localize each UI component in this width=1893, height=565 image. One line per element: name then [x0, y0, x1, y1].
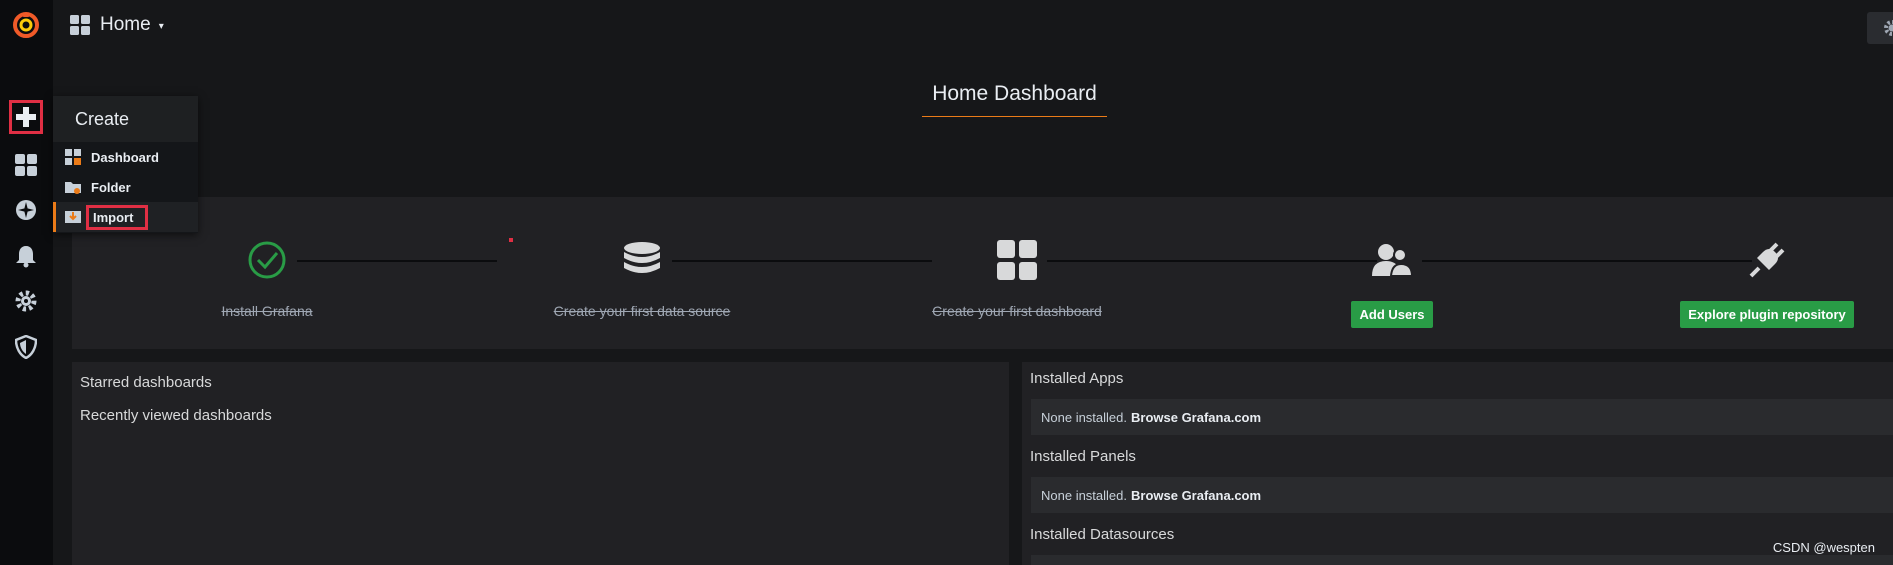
browse-grafana-link[interactable]: Browse Grafana.com	[1131, 410, 1261, 425]
menu-item-label: Import	[85, 204, 149, 230]
create-menu-title: Create	[53, 96, 198, 142]
check-circle-icon	[137, 237, 397, 283]
step-install-grafana: Install Grafana	[137, 237, 397, 319]
browse-grafana-link[interactable]: Browse Grafana.com	[1131, 488, 1261, 503]
gear-icon[interactable]	[7, 282, 45, 320]
grafana-logo[interactable]	[7, 6, 45, 44]
step-create-data-source[interactable]: Create your first data source	[512, 237, 772, 319]
step-explore-plugins: Explore plugin repository	[1637, 237, 1893, 328]
sidebar	[0, 0, 53, 565]
users-icon	[1262, 237, 1522, 283]
dashboard-icon	[65, 149, 81, 165]
menu-item-label: Dashboard	[91, 149, 159, 165]
watermark: CSDN @wespten	[1772, 540, 1875, 555]
dashboard-settings-button[interactable]	[1867, 12, 1893, 44]
getting-started-panel: Install Grafana Create your first data s…	[72, 197, 1893, 349]
step-create-dashboard[interactable]: Create your first dashboard	[887, 237, 1147, 319]
dashboard-title: Home Dashboard	[922, 82, 1107, 117]
installed-datasources-heading: Installed Datasources	[1030, 526, 1175, 543]
explore-plugins-button[interactable]: Explore plugin repository	[1680, 301, 1854, 328]
step-add-users: Add Users	[1262, 237, 1522, 328]
dashboard-list-panel: Starred dashboards Recently viewed dashb…	[72, 362, 1009, 565]
dashboards-icon[interactable]	[7, 146, 45, 184]
step-label: Create your first data source	[553, 303, 731, 319]
starred-dashboards-heading: Starred dashboards	[80, 374, 212, 391]
gear-icon	[1883, 19, 1893, 37]
installed-apps-heading: Installed Apps	[1030, 370, 1124, 387]
menu-item-import[interactable]: Import	[53, 202, 198, 232]
add-users-button[interactable]: Add Users	[1351, 301, 1433, 328]
installed-datasources-empty	[1031, 555, 1893, 565]
folder-icon	[65, 179, 81, 195]
menu-item-folder[interactable]: Folder	[53, 172, 198, 202]
installed-panels-heading: Installed Panels	[1030, 448, 1136, 465]
cursor-marker	[509, 238, 513, 242]
shield-icon[interactable]	[7, 328, 45, 366]
installed-apps-empty: None installed. Browse Grafana.com	[1031, 399, 1893, 435]
dashboard-picker[interactable]: Home ▾	[70, 14, 164, 36]
step-label: Install Grafana	[221, 303, 313, 319]
plus-icon[interactable]	[7, 98, 45, 136]
page-title: Home	[100, 14, 151, 35]
explore-icon[interactable]	[7, 191, 45, 229]
none-installed-text: None installed.	[1041, 487, 1127, 503]
recent-dashboards-heading: Recently viewed dashboards	[80, 407, 272, 424]
database-icon	[512, 237, 772, 283]
menu-item-label: Folder	[91, 179, 131, 195]
dashboard-grid-icon	[887, 237, 1147, 283]
import-icon	[65, 209, 81, 225]
step-label: Create your first dashboard	[932, 303, 1102, 319]
alerting-icon[interactable]	[7, 237, 45, 275]
plug-icon	[1637, 237, 1893, 283]
chevron-down-icon: ▾	[158, 21, 164, 32]
dashboards-icon	[70, 15, 90, 35]
plugin-list-panel: Installed Apps None installed. Browse Gr…	[1022, 362, 1893, 565]
create-menu: Create Dashboard Folder Import	[53, 96, 198, 233]
menu-item-dashboard[interactable]: Dashboard	[53, 142, 198, 172]
none-installed-text: None installed.	[1041, 409, 1127, 425]
installed-panels-empty: None installed. Browse Grafana.com	[1031, 477, 1893, 513]
